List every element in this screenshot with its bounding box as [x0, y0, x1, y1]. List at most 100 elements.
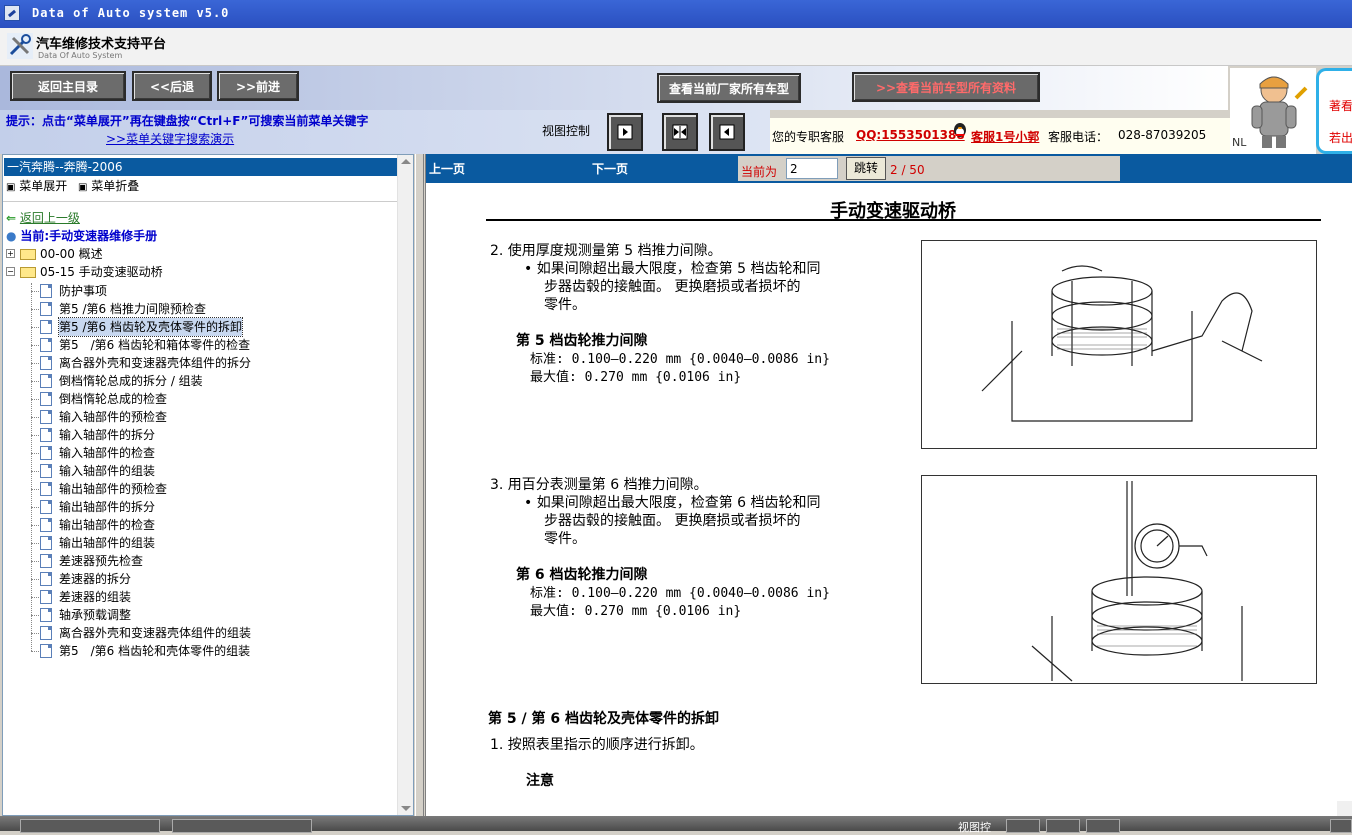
tree-item-label: 倒档惰轮总成的拆分 / 组装 — [59, 374, 203, 388]
tree-item[interactable]: 输出轴部件的拆分 — [3, 498, 397, 516]
tree-item[interactable]: 差速器预先检查 — [3, 552, 397, 570]
plus-icon[interactable]: + — [6, 249, 15, 258]
tree-item-label: 输出轴部件的组装 — [59, 536, 156, 550]
document-icon — [40, 572, 52, 586]
spec5-title: 第 5 档齿轮推力间隙 — [516, 333, 648, 349]
tree-item[interactable]: 第5 /第6 档齿轮及壳体零件的拆卸 — [3, 317, 397, 337]
forward-button[interactable]: >>前进 — [217, 71, 299, 101]
tree-item-label: 倒档惰轮总成的检查 — [59, 392, 168, 406]
folder-icon — [20, 249, 36, 260]
document-icon — [40, 392, 52, 406]
doc-step-3-bullet-1: • 如果间隙超出最大限度，检查第 6 档齿轮和同 — [524, 495, 821, 511]
tree-connector — [31, 615, 39, 616]
document-icon — [40, 608, 52, 622]
view-expand-right-button[interactable] — [607, 113, 643, 151]
tree-item[interactable]: 第5 /第6 档齿轮和壳体零件的组装 — [3, 642, 397, 660]
tree-item[interactable]: 防护事项 — [3, 282, 397, 300]
tree-item[interactable]: 输入轴部件的组装 — [3, 462, 397, 480]
document-icon — [40, 320, 52, 334]
document-icon — [40, 590, 52, 604]
tree-connector — [31, 381, 39, 382]
tree-item-label: 差速器的拆分 — [59, 572, 132, 586]
search-demo-link[interactable]: >>菜单关键字搜索演示 — [106, 130, 234, 147]
expand-icon: ▣ — [6, 182, 16, 193]
document-icon — [40, 518, 52, 532]
menu-collapse-button[interactable]: ▣ 菜单折叠 — [78, 177, 139, 195]
back-arrow-icon: ⇐ — [6, 211, 17, 225]
tree-item[interactable]: 输入轴部件的检查 — [3, 444, 397, 462]
tree-folder-overview-label: 00-00 概述 — [40, 247, 103, 261]
all-docs-button[interactable]: >>查看当前车型所有资料 — [852, 72, 1040, 102]
tree-item-label: 第5 /第6 档推力间隙预检查 — [59, 302, 206, 316]
service-prefix: 您的专职客服 — [772, 130, 845, 144]
tree-item[interactable]: 倒档惰轮总成的拆分 / 组装 — [3, 372, 397, 390]
service-qq-link[interactable]: QQ:1553501388 — [856, 128, 965, 142]
app-icon — [4, 5, 20, 21]
spec5-max: 最大值: 0.270 mm {0.0106 in} — [530, 370, 742, 385]
search-hint-text: 提示：点击“菜单展开”再在键盘按“Ctrl+F”可搜索当前菜单关键字 — [6, 114, 369, 128]
tree-item[interactable]: 差速器的拆分 — [3, 570, 397, 588]
document-icon — [40, 284, 52, 298]
back-button[interactable]: <<后退 — [132, 71, 212, 101]
tree-item-label: 离合器外壳和变速器壳体组件的组装 — [59, 626, 252, 640]
tree-model-header[interactable]: 一汽奔腾--奔腾-2006 — [4, 158, 397, 176]
tree-item[interactable]: 倒档惰轮总成的检查 — [3, 390, 397, 408]
go-up-link[interactable]: ⇐ 返回上一级 — [6, 209, 80, 227]
document-icon — [40, 338, 52, 352]
all-models-button[interactable]: 查看当前厂家所有车型 — [657, 73, 801, 103]
page-number-input[interactable] — [786, 158, 838, 179]
doc-step-2: 2. 使用厚度规测量第 5 档推力间隙。 — [490, 243, 722, 259]
panel-splitter[interactable] — [415, 154, 424, 816]
tree-item[interactable]: 输入轴部件的预检查 — [3, 408, 397, 426]
view-split-button[interactable] — [662, 113, 698, 151]
view-control-label: 视图控制 — [542, 124, 591, 138]
jump-button[interactable]: 跳转 — [846, 157, 886, 180]
document-viewer: 上一页 下一页 当前为 跳转 2 / 50 手动变速驱动桥 2. 使用厚度规测量… — [425, 154, 1352, 816]
tree-item[interactable]: 输出轴部件的组装 — [3, 534, 397, 552]
minus-icon[interactable]: − — [6, 267, 15, 276]
right-promo-line1: 著看 — [1329, 99, 1352, 113]
tree-connector — [31, 327, 39, 328]
menu-tree-panel: 一汽奔腾--奔腾-2006 ▣ 菜单展开 ▣ 菜单折叠 ⇐ 返回上一级 ● 当前… — [2, 154, 414, 816]
dial-indicator-figure — [921, 475, 1317, 684]
tree-connector — [31, 543, 39, 544]
tree-item[interactable]: 输出轴部件的预检查 — [3, 480, 397, 498]
tree-item[interactable]: 第5 /第6 档推力间隙预检查 — [3, 300, 397, 318]
qq-penguin-icon[interactable] — [951, 120, 969, 138]
right-promo-badge[interactable]: 著看 若出 — [1316, 68, 1352, 154]
prev-page-link[interactable]: 上一页 — [429, 160, 465, 177]
mascot-mechanic-image: NL — [1230, 68, 1316, 154]
doc-step-3-bullet-2: 步器齿毂的接触面。 更换磨损或者损坏的 — [544, 513, 801, 529]
bottom-toolbar: 视图控 — [0, 816, 1352, 834]
tree-item[interactable]: 离合器外壳和变速器壳体组件的拆分 — [3, 354, 397, 372]
menu-expand-button[interactable]: ▣ 菜单展开 — [6, 177, 67, 195]
tree-item-label: 第5 /第6 档齿轮和箱体零件的检查 — [59, 338, 251, 352]
next-page-link[interactable]: 下一页 — [592, 160, 628, 177]
doc-step-2-bullet-3: 零件。 — [544, 297, 586, 313]
document-icon — [40, 356, 52, 370]
spec6-standard: 标准: 0.100—0.220 mm {0.0040—0.0086 in} — [530, 586, 830, 601]
document-icon — [40, 500, 52, 514]
service-agent-link[interactable]: 客服1号小郭 — [971, 128, 1039, 145]
tree-item-label: 差速器预先检查 — [59, 554, 144, 568]
brand-title: 汽车维修技术支持平台 — [36, 37, 167, 52]
tree-connector — [31, 525, 39, 526]
tree-item[interactable]: 输入轴部件的拆分 — [3, 426, 397, 444]
tree-item[interactable]: 输出轴部件的检查 — [3, 516, 397, 534]
feeler-gauge-figure — [921, 240, 1317, 449]
tree-connector — [31, 453, 39, 454]
view-expand-left-button[interactable] — [709, 113, 745, 151]
tree-scrollbar[interactable] — [397, 155, 413, 815]
tree-connector — [31, 309, 39, 310]
right-promo-line2: 若出 — [1329, 131, 1352, 145]
section-title: 第 5 / 第 6 档齿轮及壳体零件的拆卸 — [488, 711, 719, 727]
tree-item[interactable]: 差速器的组装 — [3, 588, 397, 606]
document-icon — [40, 536, 52, 550]
tree-item[interactable]: 第5 /第6 档齿轮和箱体零件的检查 — [3, 336, 397, 354]
scroll-down-icon[interactable] — [401, 806, 411, 811]
split-icon — [672, 124, 688, 140]
tree-item[interactable]: 轴承预载调整 — [3, 606, 397, 624]
back-to-main-button[interactable]: 返回主目录 — [10, 71, 126, 101]
tree-item[interactable]: 离合器外壳和变速器壳体组件的组装 — [3, 624, 397, 642]
scroll-up-icon[interactable] — [401, 159, 411, 164]
